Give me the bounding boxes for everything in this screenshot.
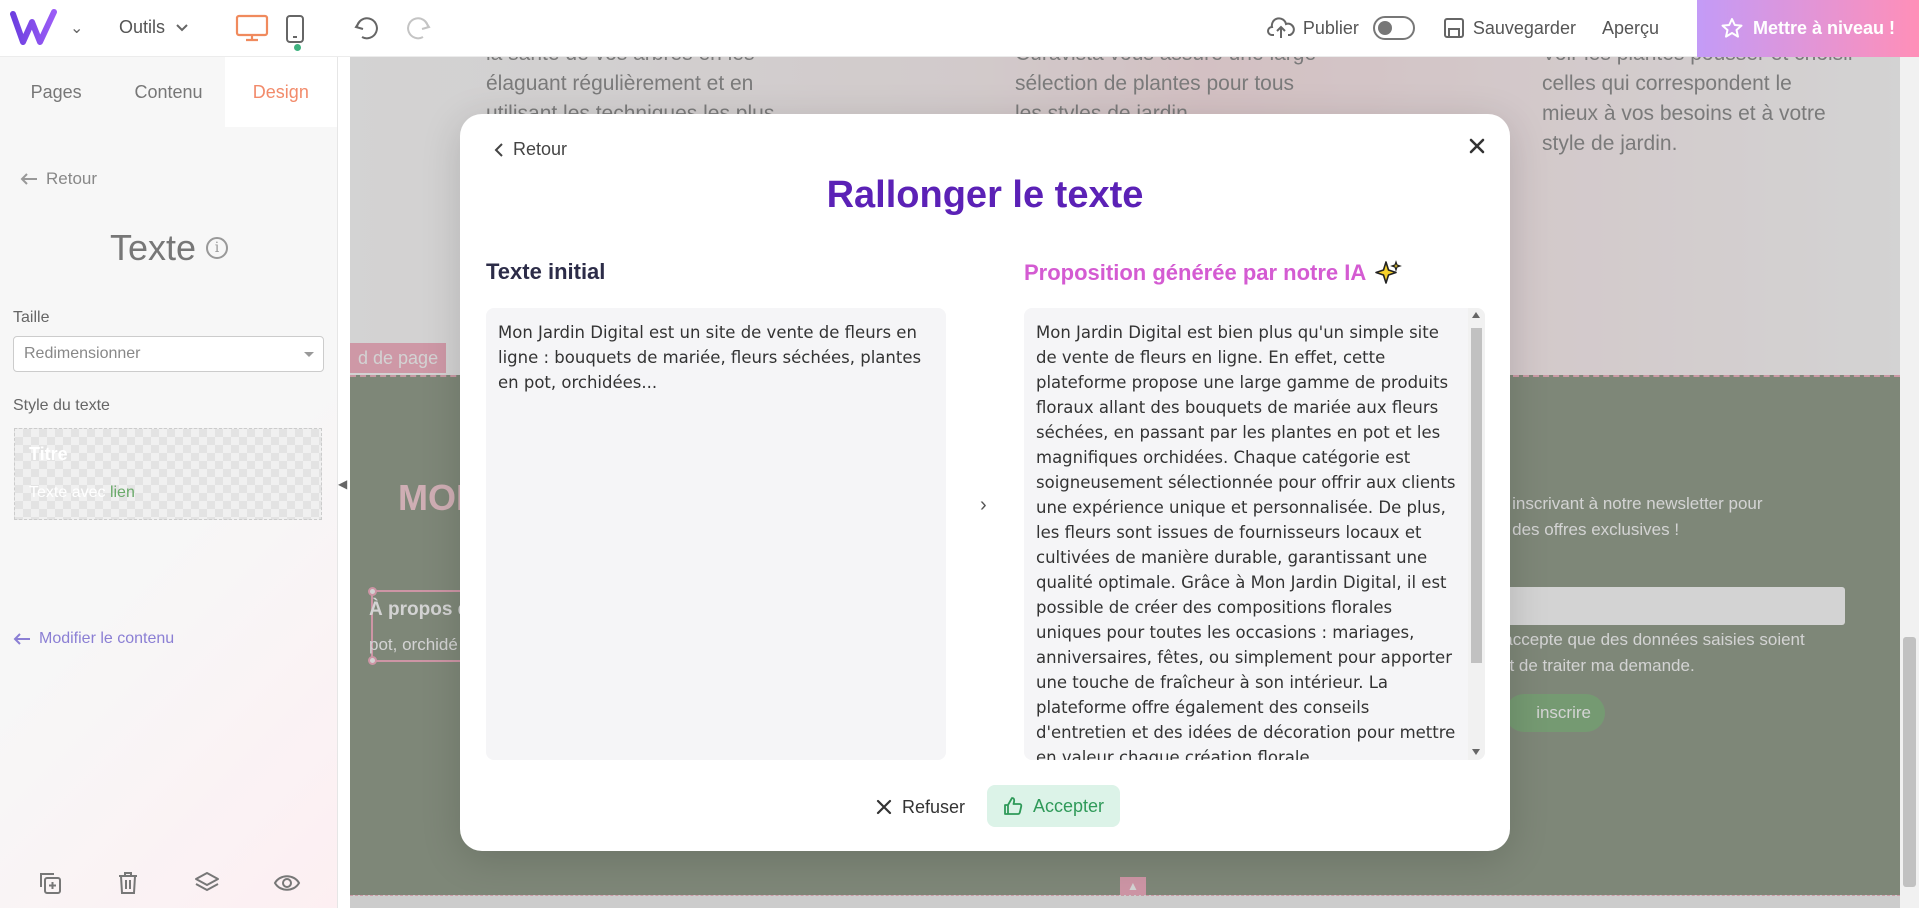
page-scrollbar[interactable] <box>1900 57 1919 908</box>
save-button[interactable]: Sauvegarder <box>1443 17 1576 39</box>
info-icon[interactable]: i <box>206 237 229 259</box>
preview-label: Aperçu <box>1601 17 1659 38</box>
close-icon <box>876 799 892 815</box>
modify-content-link[interactable]: Modifier le contenu <box>13 630 174 648</box>
arrow-left-icon <box>20 173 37 185</box>
undo-icon[interactable] <box>352 13 382 43</box>
chevron-down-icon[interactable]: ⌄ <box>70 18 83 38</box>
text-style-preview[interactable]: Titre Texte avec lien <box>14 428 322 520</box>
ai-proposal-text[interactable]: Mon Jardin Digital est bien plus qu'un s… <box>1036 320 1456 760</box>
modal-back-button[interactable]: Retour <box>493 139 567 160</box>
sidebar-back-link[interactable]: Retour <box>20 169 97 189</box>
page-scrollbar-thumb[interactable] <box>1903 637 1916 887</box>
ai-proposal-title: Proposition générée par notre IA <box>1024 259 1403 287</box>
modal-title: Rallonger le texte <box>826 174 1144 216</box>
modal-back-label: Retour <box>513 139 568 159</box>
close-icon[interactable] <box>1468 137 1486 155</box>
arrow-left-icon <box>13 633 30 645</box>
tools-label: Outils <box>119 17 166 37</box>
cloud-upload-icon <box>1266 17 1295 38</box>
sidebar-tabs: Pages Contenu Design <box>0 57 337 127</box>
publish-toggle[interactable] <box>1372 16 1415 40</box>
scroll-down-arrow[interactable] <box>1472 749 1480 755</box>
refuse-button[interactable]: Refuser <box>862 786 979 828</box>
top-toolbar: ⌄ Outils Publier Sauvegarder Aperçu Mett… <box>0 0 1919 57</box>
save-label: Sauvegarder <box>1472 17 1576 38</box>
size-select-value: Redimensionner <box>24 345 141 362</box>
accept-button[interactable]: Accepter <box>987 785 1121 827</box>
chevron-down-icon <box>176 23 188 31</box>
text-style-label: Style du texte <box>13 397 110 414</box>
mobile-icon[interactable] <box>285 14 305 44</box>
tab-contenu[interactable]: Contenu <box>112 57 224 127</box>
duplicate-icon[interactable] <box>37 870 63 896</box>
sidebar-title: Texte i <box>0 227 338 269</box>
sidebar-back-label: Retour <box>46 169 98 188</box>
save-icon <box>1443 18 1464 38</box>
tools-menu[interactable]: Outils <box>119 17 189 38</box>
chevron-right-icon: › <box>980 494 987 516</box>
publish-label: Publier <box>1302 17 1359 38</box>
thumbs-up-icon <box>1004 797 1023 815</box>
style-preview-link: lien <box>109 484 135 501</box>
ai-proposal-label: Proposition générée par notre IA <box>1024 260 1367 285</box>
style-preview-body: Texte avec <box>29 484 106 501</box>
scroll-up-arrow[interactable] <box>1472 312 1480 318</box>
layers-icon[interactable] <box>194 870 220 896</box>
tab-pages[interactable]: Pages <box>0 57 112 127</box>
publish-control[interactable]: Publier <box>1266 16 1415 40</box>
initial-text-box[interactable]: Mon Jardin Digital est un site de vente … <box>486 308 946 760</box>
preview-button[interactable]: Aperçu <box>1602 18 1659 39</box>
modify-content-label: Modifier le contenu <box>39 630 175 647</box>
star-icon <box>1721 18 1743 38</box>
sidebar-collapse-handle[interactable]: ◀ <box>338 477 350 507</box>
sparkles-icon <box>1375 260 1403 284</box>
sidebar-bottom-toolbar <box>0 858 338 908</box>
lengthen-text-modal: Retour Rallonger le texte Texte initial … <box>460 114 1510 851</box>
trash-icon[interactable] <box>116 870 140 896</box>
redo-icon[interactable] <box>403 13 433 43</box>
style-preview-text: Texte avec lien <box>29 484 135 502</box>
upgrade-button[interactable]: Mettre à niveau ! <box>1697 0 1919 57</box>
accept-label: Accepter <box>1033 795 1105 816</box>
active-device-dot <box>294 44 301 51</box>
size-select[interactable]: Redimensionner <box>13 336 324 372</box>
proposal-scrollbar[interactable] <box>1468 308 1485 760</box>
sidebar-title-text: Texte <box>109 227 197 268</box>
w-logo-icon[interactable] <box>10 8 60 48</box>
initial-text-title: Texte initial <box>486 259 606 284</box>
eye-icon[interactable] <box>273 872 301 894</box>
refuse-label: Refuser <box>902 796 966 817</box>
upgrade-label: Mettre à niveau ! <box>1752 17 1896 38</box>
design-sidebar: Pages Contenu Design Retour Texte i Tail… <box>0 57 338 908</box>
size-label: Taille <box>13 309 50 326</box>
tab-design[interactable]: Design <box>224 57 337 127</box>
ai-proposal-box[interactable]: Mon Jardin Digital est bien plus qu'un s… <box>1024 308 1485 760</box>
proposal-scrollbar-thumb[interactable] <box>1471 328 1482 663</box>
desktop-icon[interactable] <box>235 14 269 42</box>
style-preview-title: Titre <box>29 444 68 464</box>
chevron-left-icon <box>494 142 503 157</box>
